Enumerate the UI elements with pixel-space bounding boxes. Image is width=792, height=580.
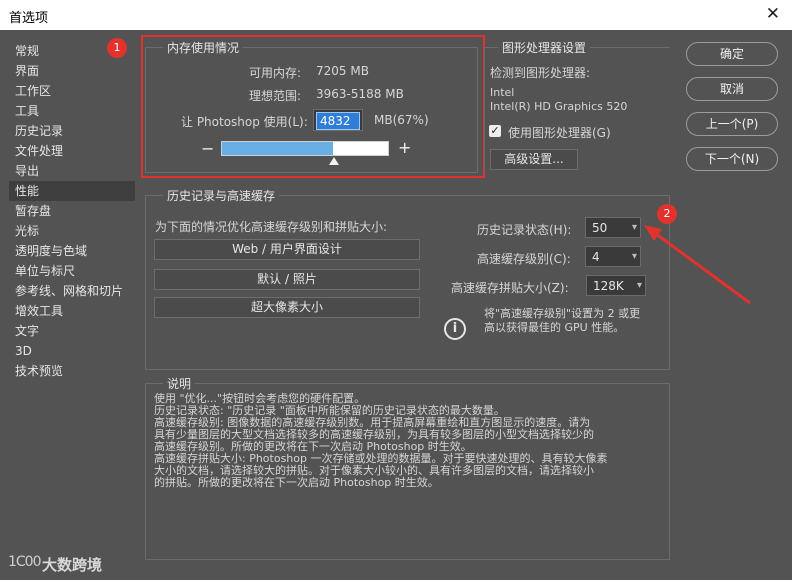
tile-size-value: 128K (593, 279, 624, 293)
sidebar-item-plugins[interactable]: 增效工具 (9, 301, 135, 321)
history-cache-title: 历史记录与高速缓存 (163, 187, 280, 204)
annotation-badge-2: 2 (657, 204, 677, 224)
close-icon[interactable]: ✕ (766, 4, 780, 24)
photoshop-use-label: 让 Photoshop 使用(L): (181, 115, 308, 129)
annotation-arrow (644, 225, 751, 305)
sidebar-item-performance[interactable]: 性能 (9, 181, 135, 201)
optimize-default-photos-button[interactable]: 默认 / 照片 (154, 269, 420, 290)
sidebar-item-cursors[interactable]: 光标 (9, 221, 135, 241)
sidebar: 常规 界面 工作区 工具 历史记录 文件处理 导出 性能 暂存盘 光标 透明度与… (9, 41, 135, 381)
memory-usage-value: 4832 (316, 112, 360, 130)
decrease-memory-icon[interactable]: − (201, 139, 214, 158)
sidebar-item-scratch-disks[interactable]: 暂存盘 (9, 201, 135, 221)
next-button[interactable]: 下一个(N) (686, 147, 778, 171)
history-states-select[interactable]: 50 ▾ (585, 217, 641, 238)
sidebar-item-3d[interactable]: 3D (9, 341, 135, 361)
ok-button[interactable]: 确定 (686, 42, 778, 66)
memory-slider-fill (222, 142, 334, 155)
gpu-model: Intel(R) HD Graphics 520 (490, 100, 628, 113)
sidebar-item-history-log[interactable]: 历史记录 (9, 121, 135, 141)
sidebar-item-guides-grid-slices[interactable]: 参考线、网格和切片 (9, 281, 135, 301)
ideal-range-value: 3963-5188 MB (316, 87, 404, 101)
cache-levels-label: 高速缓存级别(C): (477, 252, 571, 266)
gpu-cache-info-line2: 高以获得最佳的 GPU 性能。 (484, 321, 625, 334)
available-memory-label: 可用内存: (249, 66, 302, 80)
previous-button[interactable]: 上一个(P) (686, 112, 778, 136)
sidebar-item-workspace[interactable]: 工作区 (9, 81, 135, 101)
sidebar-item-type[interactable]: 文字 (9, 321, 135, 341)
annotation-box (141, 35, 485, 178)
optimize-huge-pixel-button[interactable]: 超大像素大小 (154, 297, 420, 318)
memory-slider[interactable] (221, 141, 389, 156)
use-gpu-checkbox[interactable]: ✓ (489, 125, 501, 137)
watermark-logo: 1C00 (8, 554, 41, 570)
sidebar-item-tools[interactable]: 工具 (9, 101, 135, 121)
tile-size-select[interactable]: 128K ▾ (586, 275, 646, 296)
sidebar-item-transparency-gamut[interactable]: 透明度与色域 (9, 241, 135, 261)
sidebar-item-file-handling[interactable]: 文件处理 (9, 141, 135, 161)
history-states-value: 50 (592, 221, 608, 235)
increase-memory-icon[interactable]: + (398, 138, 411, 157)
sidebar-item-units-rulers[interactable]: 单位与标尺 (9, 261, 135, 281)
memory-usage-unit: MB(67%) (374, 113, 429, 127)
description-title: 说明 (163, 375, 196, 392)
chevron-down-icon: ▾ (631, 251, 637, 262)
sidebar-item-interface[interactable]: 界面 (9, 61, 135, 81)
watermark-text: 大数跨境 (42, 556, 103, 574)
memory-usage-input[interactable]: 4832 (313, 109, 363, 131)
history-states-label: 历史记录状态(H): (477, 223, 572, 237)
ideal-range-label: 理想范围: (249, 89, 302, 103)
sidebar-item-technology-previews[interactable]: 技术预览 (9, 361, 135, 381)
gpu-detected-label: 检测到图形处理器: (490, 66, 591, 80)
annotation-badge-1: 1 (107, 38, 127, 58)
cancel-button[interactable]: 取消 (686, 77, 778, 101)
description-text: 使用 "优化..."按钮时会考虑您的硬件配置。 历史记录状态: "历史记录 "面… (154, 393, 654, 489)
use-gpu-label: 使用图形处理器(G) (508, 126, 611, 140)
window-title: 首选项 (9, 11, 49, 26)
sidebar-item-export[interactable]: 导出 (9, 161, 135, 181)
gpu-settings-title: 图形处理器设置 (498, 39, 591, 56)
description-line: 的拼贴。所做的更改将在下一次启动 Photoshop 时生效。 (154, 476, 439, 489)
available-memory-value: 7205 MB (316, 64, 369, 78)
info-icon: i (444, 318, 466, 340)
memory-slider-thumb[interactable] (328, 157, 339, 165)
title-bar: 首选项 ✕ (0, 0, 792, 30)
optimize-web-ui-button[interactable]: Web / 用户界面设计 (154, 239, 420, 260)
cache-levels-value: 4 (592, 250, 600, 264)
gpu-vendor: Intel (490, 86, 515, 99)
cache-levels-select[interactable]: 4 ▾ (585, 246, 641, 267)
preferences-dialog: 常规 界面 工作区 工具 历史记录 文件处理 导出 性能 暂存盘 光标 透明度与… (0, 30, 792, 580)
optimize-label: 为下面的情况优化高速缓存级别和拼贴大小: (155, 220, 388, 234)
chevron-down-icon: ▾ (631, 222, 637, 233)
advanced-settings-button[interactable]: 高级设置... (490, 149, 578, 170)
tile-size-label: 高速缓存拼贴大小(Z): (451, 281, 569, 295)
